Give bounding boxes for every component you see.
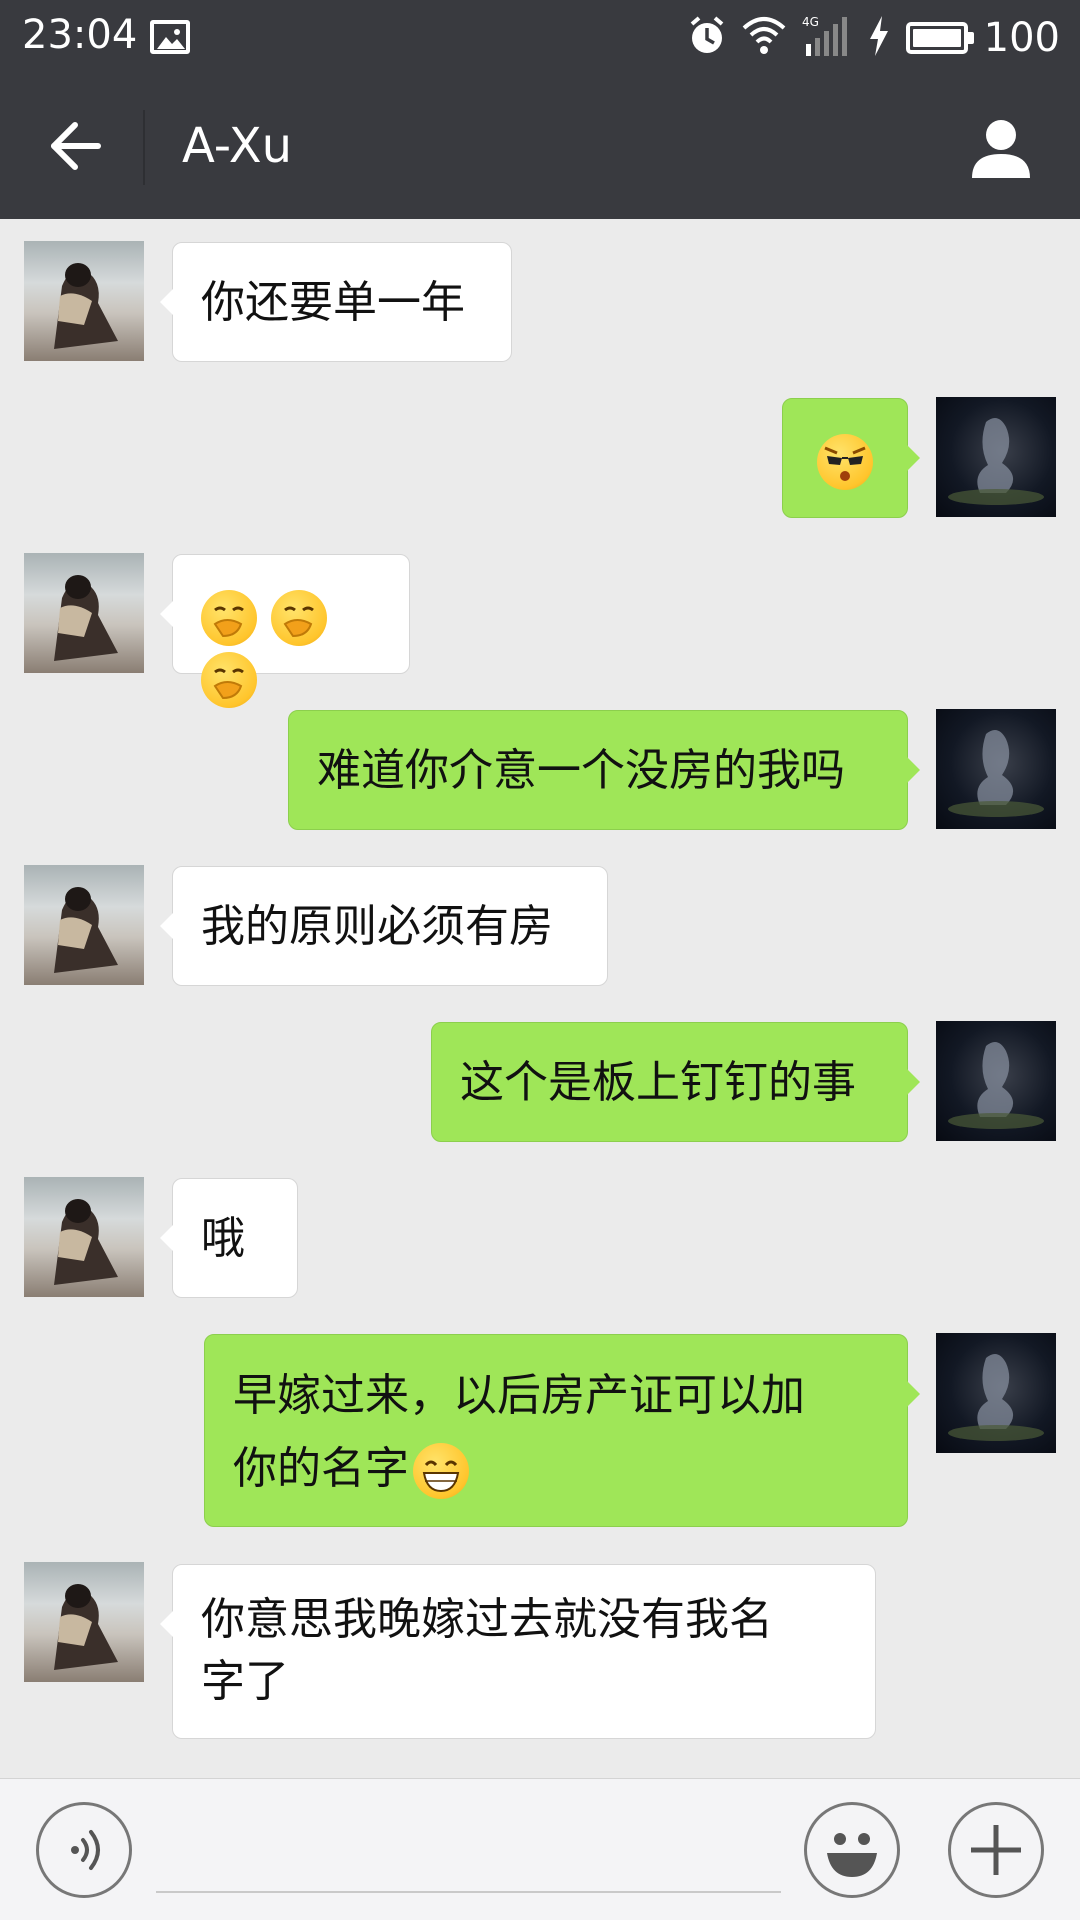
my-avatar[interactable] [936,1333,1056,1453]
message-text: 这个是板上钉钉的事 [460,1057,856,1108]
message-text: 哦 [201,1213,245,1264]
message-bubble[interactable]: 你意思我晚嫁过去就没有我名 字了 [160,1564,876,1739]
message-bubble[interactable] [782,398,920,518]
message-text: 难道你介意一个没房的我吗 [317,745,845,796]
hand-over-mouth-face-emoji [271,590,327,646]
battery-icon [905,22,974,54]
input-bar [0,1778,1080,1920]
message-text-line: 字了 [201,1656,289,1707]
person-icon [972,120,1030,178]
message-bubble[interactable] [160,554,410,708]
header-divider [143,110,145,185]
my-avatar[interactable] [936,1021,1056,1141]
message-bubble[interactable]: 哦 [160,1178,298,1298]
contact-avatar[interactable] [24,1562,144,1682]
profile-button[interactable] [966,112,1036,182]
contact-avatar[interactable] [24,1177,144,1297]
message-bubble[interactable]: 难道你介意一个没房的我吗 [288,710,920,830]
message-bubble[interactable]: 早嫁过来，以后房产证可以加 你的名字 [204,1334,920,1527]
voice-icon [71,1830,100,1870]
voice-button[interactable] [36,1802,132,1898]
emoji-button[interactable] [804,1802,900,1898]
status-time: 23:04 [22,12,138,58]
message-bubble[interactable]: 我的原则必须有房 [160,866,608,986]
plus-icon [971,1825,1021,1875]
message-text-line: 你意思我晚嫁过去就没有我名 [201,1594,773,1645]
contact-avatar[interactable] [24,241,144,361]
contact-avatar[interactable] [24,865,144,985]
wifi-icon [742,16,786,60]
message-text: 我的原则必须有房 [201,901,553,952]
message-text-line-wrap: 你的名字 [233,1432,879,1505]
message-input[interactable] [156,1809,781,1893]
alarm-icon [688,14,726,62]
emoji-icon [827,1833,877,1877]
battery-level: 100 [983,15,1060,61]
more-button[interactable] [948,1802,1044,1898]
grinning-face-emoji [413,1443,469,1499]
hand-over-mouth-face-emoji [201,590,257,646]
message-text: 你还要单一年 [201,277,465,328]
chat-title: A-Xu [182,118,293,174]
image-icon [150,20,190,54]
message-bubble[interactable]: 这个是板上钉钉的事 [431,1022,920,1142]
my-avatar[interactable] [936,397,1056,517]
message-text-line: 早嫁过来，以后房产证可以加 [233,1370,805,1421]
network-type-label: 4G [802,15,819,29]
contact-avatar[interactable] [24,553,144,673]
message-bubble[interactable]: 你还要单一年 [160,242,512,362]
charging-icon [868,16,890,60]
hand-over-mouth-face-emoji [201,652,257,708]
chat-header: A-Xu [0,76,1080,219]
cell-signal-icon: 4G [802,14,852,62]
back-button[interactable] [40,111,110,181]
my-avatar[interactable] [936,709,1056,829]
sunglasses-face-emoji [817,434,873,490]
status-bar: 23:04 4G 100 [0,0,1080,76]
message-text-line: 你的名字 [233,1443,409,1494]
back-arrow-icon [51,122,101,170]
